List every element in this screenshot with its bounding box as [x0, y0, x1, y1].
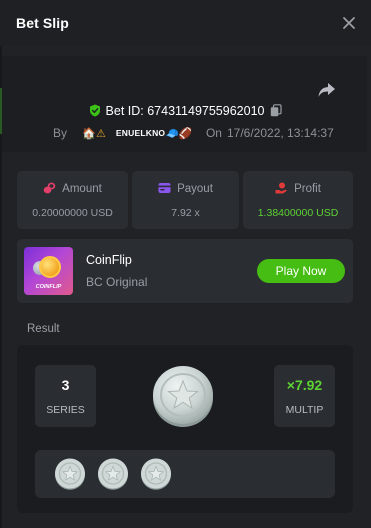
amount-value: 0.20000000 USD — [32, 207, 113, 219]
payout-icon — [158, 183, 171, 193]
amount-label: Amount — [62, 183, 102, 195]
bet-datetime: 17/6/2022, 13:14:37 — [226, 126, 334, 140]
history-coin-icon — [98, 458, 128, 490]
multiplier-card: ×7.92 MULTIP — [274, 365, 335, 427]
result-coin-icon — [153, 366, 213, 427]
play-now-button[interactable]: Play Now — [257, 259, 345, 283]
copy-icon[interactable] — [270, 104, 283, 117]
share-button[interactable] — [316, 80, 338, 100]
history-coin-icon — [141, 458, 171, 490]
modal-title: Bet Slip — [16, 15, 69, 31]
user-badge-icon: 🏠⚠ — [82, 128, 106, 140]
user-suffix-icon: 🧢🏈 — [165, 128, 193, 140]
close-button[interactable] — [339, 13, 359, 33]
by-label: By — [53, 126, 68, 140]
profit-label: Profit — [294, 183, 321, 195]
multiplier-label: MULTIP — [285, 404, 324, 416]
coins-icon — [43, 182, 56, 194]
bet-id-row: Bet ID: 67431149755962010 — [0, 104, 371, 118]
shield-check-icon — [89, 104, 100, 117]
payout-label: Payout — [177, 183, 213, 195]
close-icon — [343, 17, 355, 29]
on-label: On — [205, 126, 222, 140]
series-label: SERIES — [46, 404, 85, 416]
payout-card: Payout 7.92 x — [132, 171, 239, 229]
profit-icon — [275, 182, 287, 194]
series-card: 3 SERIES — [35, 365, 96, 427]
bet-id: Bet ID: 67431149755962010 — [105, 104, 265, 118]
amount-card: Amount 0.20000000 USD — [17, 171, 128, 229]
profit-value: 1.38400000 USD — [257, 207, 339, 219]
username-link[interactable]: ENUELKNO — [116, 128, 165, 138]
game-card: COINFLIP CoinFlip BC Original Play Now — [17, 239, 353, 303]
result-heading: Result — [27, 323, 60, 335]
gold-coin-icon — [39, 256, 61, 278]
payout-value: 7.92 x — [171, 207, 200, 219]
profit-card: Profit 1.38400000 USD — [243, 171, 353, 229]
series-value: 3 — [61, 377, 70, 393]
bettor-row: By 🏠⚠ ENUELKNO🧢🏈 On 17/6/2022, 13:14:37 — [53, 126, 334, 140]
multiplier-value: ×7.92 — [286, 377, 323, 393]
game-publisher: BC Original — [86, 275, 148, 289]
game-name: CoinFlip — [86, 253, 132, 267]
thumbnail-title: COINFLIP — [35, 284, 62, 290]
history-coin-icon — [55, 458, 85, 490]
share-icon — [318, 83, 335, 97]
game-thumbnail[interactable]: COINFLIP — [24, 247, 73, 295]
